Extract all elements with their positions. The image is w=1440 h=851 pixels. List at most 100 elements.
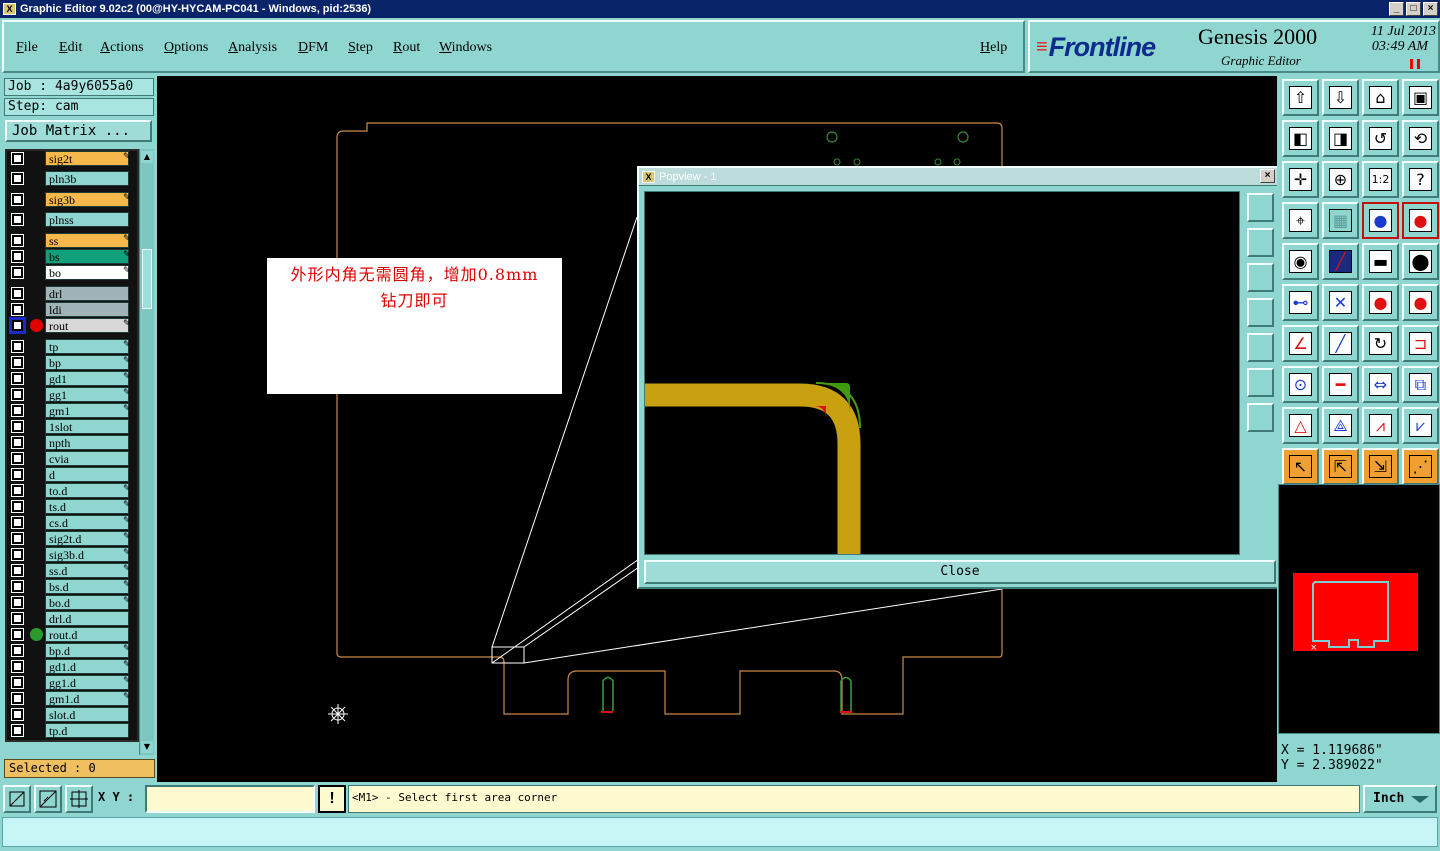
layer-row[interactable]: tp ✎ [10, 339, 131, 354]
layer-display-checkbox[interactable] [11, 676, 24, 689]
pan-left-icon[interactable]: ◧ [1282, 120, 1319, 157]
pointer-box-icon[interactable]: ⇱ [1322, 448, 1359, 485]
layer-name[interactable]: gd1.d [45, 659, 129, 674]
popview-close-icon[interactable]: × [1260, 169, 1275, 183]
layer-row[interactable]: gg1 ✎ [10, 387, 131, 402]
layer-display-checkbox[interactable] [11, 193, 24, 206]
select-feature-icon[interactable]: ◉ [1282, 243, 1319, 280]
layer-row[interactable]: gd1 ✎ [10, 371, 131, 386]
measure-icon[interactable]: ⌖ [1282, 202, 1319, 239]
menu-step[interactable]: Step [348, 40, 373, 56]
shapes-icon[interactable]: ⧉ [1402, 366, 1439, 403]
layer-display-checkbox[interactable] [11, 580, 24, 593]
layer-name[interactable]: to.d [45, 483, 129, 498]
layer-display-checkbox[interactable] [11, 724, 24, 737]
arc-red-icon[interactable]: ● [1362, 284, 1399, 321]
layer-display-checkbox[interactable] [11, 287, 24, 300]
popview-canvas[interactable] [644, 191, 1240, 555]
layer-display-checkbox[interactable] [11, 372, 24, 385]
layer-name[interactable]: bs [45, 249, 129, 264]
help-icon[interactable]: ? [1402, 161, 1439, 198]
layer-display-checkbox[interactable] [11, 692, 24, 705]
layer-row[interactable]: gd1.d ✎ [10, 659, 131, 674]
minus-red-icon[interactable]: ━ [1322, 366, 1359, 403]
overview-panel[interactable]: × [1278, 484, 1440, 734]
grid-icon[interactable]: ▦ [1322, 202, 1359, 239]
minimize-button[interactable]: _ [1389, 2, 1404, 16]
mirror-icon[interactable]: ⊐ [1402, 325, 1439, 362]
pause-icon[interactable] [1410, 59, 1420, 69]
rotate-icon[interactable]: ↻ [1362, 325, 1399, 362]
layer-row[interactable]: drl.d [10, 611, 129, 626]
layer-name[interactable]: gg1.d [45, 675, 129, 690]
layer-display-checkbox[interactable] [11, 388, 24, 401]
layer-name[interactable]: rout [45, 318, 129, 333]
layer-display-checkbox[interactable] [9, 317, 26, 334]
layer-row[interactable]: sig2t ✎ [10, 151, 131, 166]
menu-rout[interactable]: Rout [393, 40, 420, 56]
grid-snap-icon[interactable] [65, 785, 93, 813]
cross-icon[interactable]: ✕ [1322, 284, 1359, 321]
layer-name[interactable]: 1slot [45, 419, 129, 434]
layer-name[interactable]: plnss [45, 212, 129, 227]
layer-row[interactable]: bo ✎ [10, 265, 131, 280]
popview-pan-left-icon[interactable] [1247, 298, 1274, 327]
menu-dfm[interactable]: DFM [298, 40, 328, 56]
popview-center-icon[interactable] [1247, 403, 1274, 432]
connect-nodes-icon[interactable]: ⊷ [1282, 284, 1319, 321]
layer-row[interactable]: bp.d ✎ [10, 643, 131, 658]
job-matrix-button[interactable]: Job Matrix ... [5, 120, 152, 142]
layer-display-checkbox[interactable] [11, 532, 24, 545]
layer-name[interactable]: slot.d [45, 707, 129, 722]
popview-fit-icon[interactable] [1247, 368, 1274, 397]
zoom-page-icon[interactable]: ⇧ [1282, 79, 1319, 116]
layer-row[interactable]: d [10, 467, 129, 482]
layer-display-checkbox[interactable] [11, 234, 24, 247]
layer-row[interactable]: plnss [10, 212, 129, 227]
line-red-icon[interactable]: ╱ [1322, 243, 1359, 280]
layer-work-indicator-icon[interactable] [30, 319, 43, 332]
layer-name[interactable]: rout.d [45, 627, 129, 642]
layer-name[interactable]: bp.d [45, 643, 129, 658]
layer-row[interactable]: ts.d ✎ [10, 499, 131, 514]
popview-zoom-icon[interactable] [1247, 193, 1274, 222]
layer-row[interactable]: bs ✎ [10, 249, 131, 264]
layer-display-checkbox[interactable] [11, 452, 24, 465]
zoom-area-icon[interactable] [3, 785, 31, 813]
popview-zoom-in-icon[interactable] [1247, 228, 1274, 257]
layer-name[interactable]: gg1 [45, 387, 129, 402]
popview-close-button[interactable]: Close [644, 560, 1276, 584]
warning-icon[interactable]: ! [318, 785, 346, 813]
menu-edit[interactable]: Edit [59, 40, 82, 56]
layer-name[interactable]: tp [45, 339, 129, 354]
layer-name[interactable]: ts.d [45, 499, 129, 514]
layer-display-checkbox[interactable] [11, 303, 24, 316]
layer-row[interactable]: to.d ✎ [10, 483, 131, 498]
dimension-icon[interactable]: ⇔ [1362, 366, 1399, 403]
menu-file[interactable]: File [16, 40, 38, 56]
layer-display-checkbox[interactable] [11, 500, 24, 513]
layer-display-checkbox[interactable] [11, 404, 24, 417]
pad-icon[interactable]: ⬤ [1402, 243, 1439, 280]
pan-right-icon[interactable]: ◨ [1322, 120, 1359, 157]
layer-name[interactable]: npth [45, 435, 129, 450]
close-window-button[interactable]: × [1423, 2, 1438, 16]
layer-display-checkbox[interactable] [11, 628, 24, 641]
maximize-button[interactable]: □ [1406, 2, 1421, 16]
layer-name[interactable]: pln3b [45, 171, 129, 186]
layer-row[interactable]: pln3b [10, 171, 129, 186]
layer-name[interactable]: ldi [45, 302, 129, 317]
layer-row[interactable]: gm1 ✎ [10, 403, 131, 418]
layer-name[interactable]: drl [45, 286, 129, 301]
layer-row[interactable]: rout.d [10, 627, 129, 642]
layer-display-checkbox[interactable] [11, 660, 24, 673]
layer-name[interactable]: bp [45, 355, 129, 370]
layer-display-checkbox[interactable] [11, 266, 24, 279]
zoom-house-icon[interactable]: ⌂ [1362, 79, 1399, 116]
snap-mode-icon[interactable] [34, 785, 62, 813]
layer-display-checkbox[interactable] [11, 596, 24, 609]
layer-row[interactable]: sig3b ✎ [10, 192, 131, 207]
layer-display-checkbox[interactable] [11, 548, 24, 561]
layer-name[interactable]: bo.d [45, 595, 129, 610]
layer-row[interactable]: gm1.d ✎ [10, 691, 131, 706]
